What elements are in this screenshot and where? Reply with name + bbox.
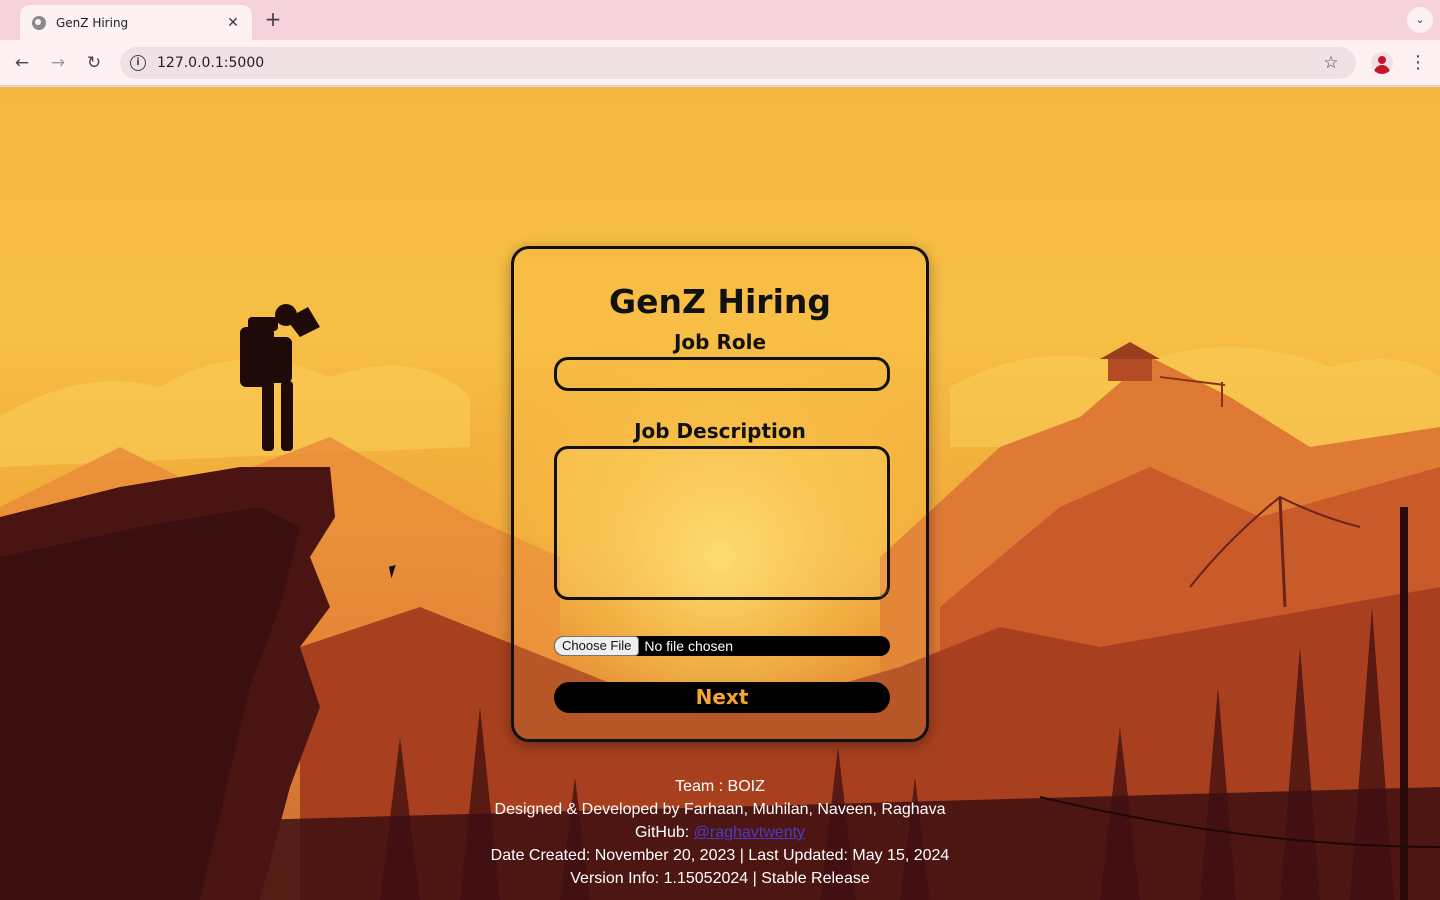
address-bar[interactable]: i 127.0.0.1:5000 ☆ [120, 47, 1356, 79]
tab-title: GenZ Hiring [56, 15, 129, 30]
dates-text: Date Created: November 20, 2023 | Last U… [490, 847, 950, 864]
team-text: Team : BOIZ [675, 778, 765, 795]
job-role-label: Job Role [673, 330, 767, 354]
job-description-label: Job Description [634, 419, 806, 443]
github-prefix: GitHub: [634, 824, 694, 841]
back-arrow-icon[interactable]: ← [10, 51, 34, 75]
job-role-input[interactable] [554, 357, 890, 391]
file-status-text: No file chosen [644, 638, 734, 654]
file-upload-field[interactable]: Choose File No file chosen [554, 636, 890, 656]
reload-icon[interactable]: ↻ [82, 51, 106, 75]
browser-tab[interactable]: GenZ Hiring ✕ [20, 5, 252, 40]
profile-avatar-icon[interactable] [1371, 52, 1393, 74]
hiring-form-card: GenZ Hiring Job Role Job Description Cho… [511, 246, 929, 742]
github-line: GitHub: @raghavtwenty [0, 821, 1440, 844]
page-viewport: GenZ Hiring Job Role Job Description Cho… [0, 87, 1440, 900]
page-title: GenZ Hiring [608, 282, 831, 321]
kebab-menu-icon[interactable]: ⋮ [1406, 51, 1430, 75]
url-text[interactable]: 127.0.0.1:5000 [157, 55, 1319, 71]
bookmark-star-icon[interactable]: ☆ [1319, 53, 1343, 73]
choose-file-button[interactable]: Choose File [554, 636, 640, 656]
version-text: Version Info: 1.15052024 | Stable Releas… [570, 870, 870, 887]
site-info-icon[interactable]: i [130, 55, 146, 71]
github-link[interactable]: @raghavtwenty [694, 824, 805, 841]
globe-icon [32, 15, 46, 30]
tab-strip: GenZ Hiring ✕ + ⌄ [0, 0, 1440, 40]
job-description-textarea[interactable] [554, 446, 890, 600]
credits-text: Designed & Developed by Farhaan, Muhilan… [494, 801, 946, 818]
close-icon[interactable]: ✕ [224, 15, 242, 31]
new-tab-button[interactable]: + [262, 8, 284, 30]
page-footer: Team : BOIZ Designed & Developed by Farh… [0, 775, 1440, 890]
chevron-down-icon[interactable]: ⌄ [1407, 7, 1433, 33]
forward-arrow-icon[interactable]: → [46, 51, 70, 75]
next-button[interactable]: Next [554, 682, 890, 713]
browser-toolbar: ← → ↻ i 127.0.0.1:5000 ☆ ⋮ [0, 40, 1440, 86]
